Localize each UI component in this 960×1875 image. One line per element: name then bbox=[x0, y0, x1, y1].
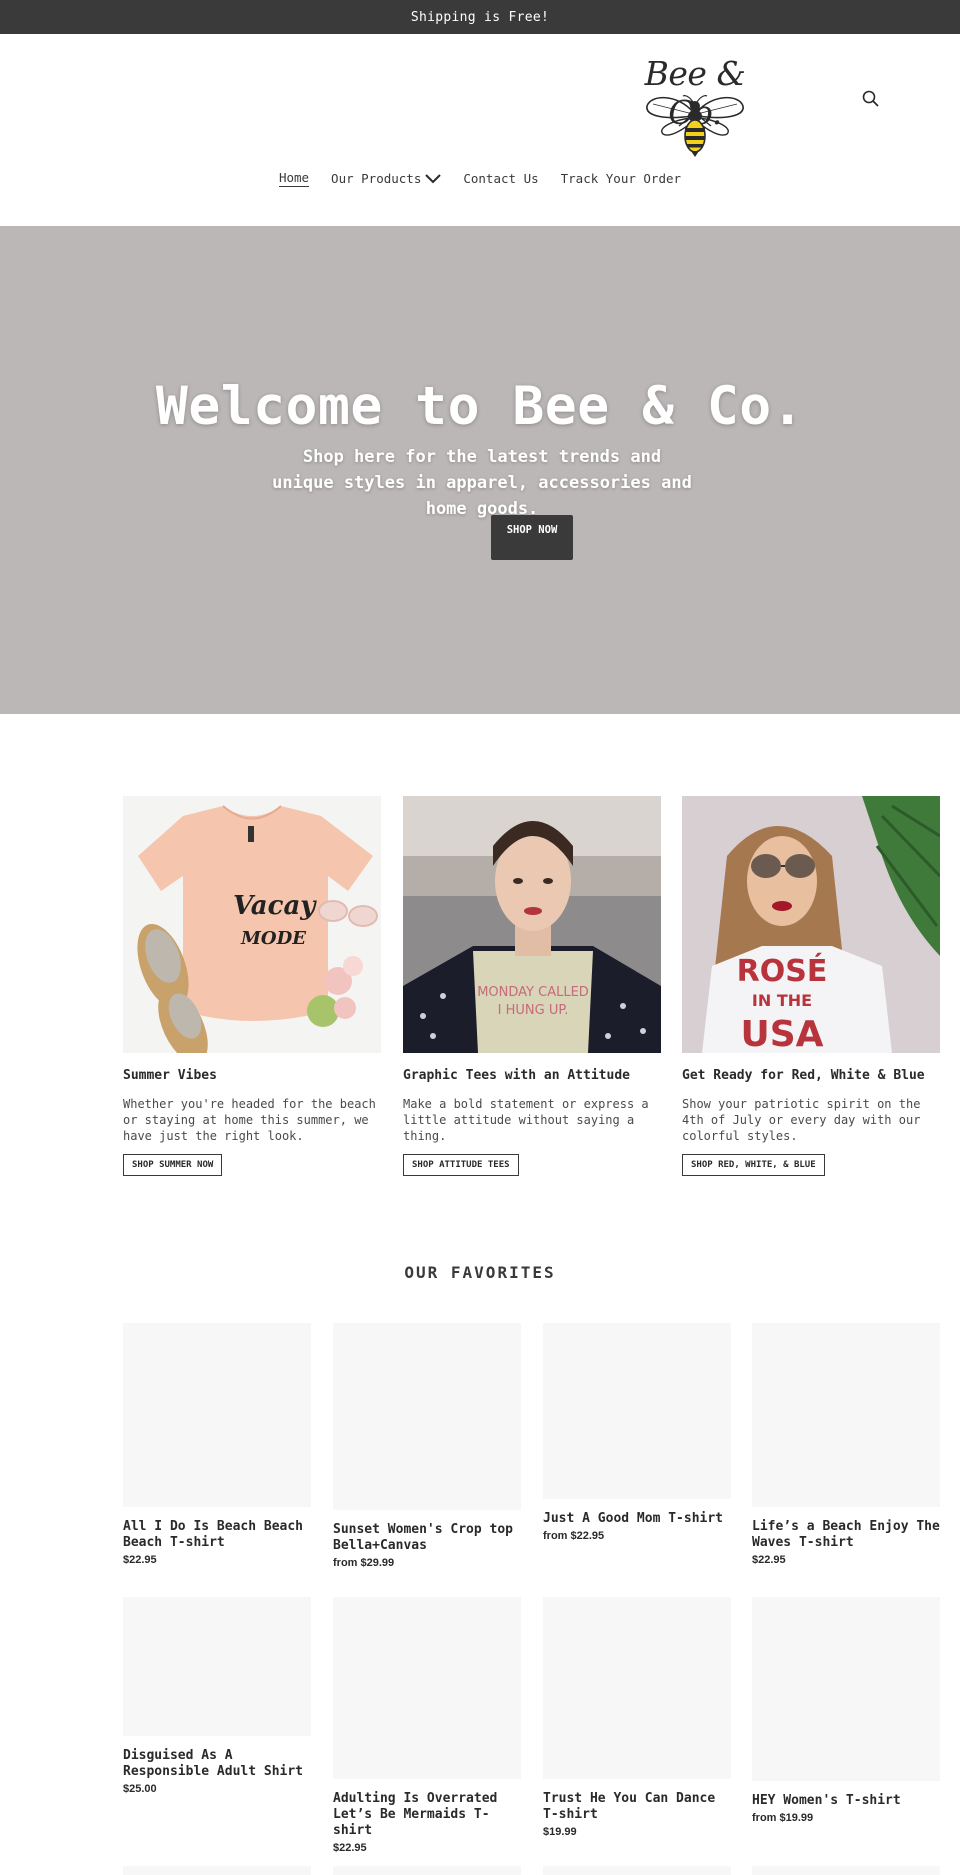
nav-item-label: Contact Us bbox=[463, 171, 539, 186]
logo[interactable]: Bee & Co. bbox=[628, 54, 762, 158]
product-name[interactable]: HEY Women's T-shirt bbox=[752, 1793, 940, 1809]
feature-text: Show your patriotic spirit on the 4th of… bbox=[682, 1097, 921, 1143]
nav-item-our-products[interactable]: Our Products bbox=[331, 170, 442, 187]
product-price: from $29.99 bbox=[333, 1557, 395, 1569]
product-image[interactable] bbox=[543, 1866, 731, 1875]
nav-item-label: Our Products bbox=[331, 171, 422, 186]
product-image[interactable] bbox=[543, 1597, 731, 1779]
site-header: Bee & Co. bbox=[0, 34, 960, 226]
favorites-title: OUR FAVORITES bbox=[404, 1263, 556, 1282]
product-card[interactable]: Just A Good Mom T-shirt from $22.95 bbox=[543, 1323, 731, 1542]
product-image[interactable] bbox=[543, 1323, 731, 1499]
shirt-graphic-text: I HUNG UP. bbox=[498, 1003, 569, 1018]
product-name[interactable]: Trust He You Can Dance T-shirt bbox=[543, 1791, 731, 1823]
shirt-graphic-text: MODE bbox=[240, 928, 306, 949]
product-image[interactable] bbox=[752, 1597, 940, 1781]
feature-image-summer[interactable]: Vacay MODE bbox=[123, 796, 381, 1053]
product-card[interactable]: Disguised As A Responsible Adult Shirt $… bbox=[123, 1597, 311, 1795]
bee-icon bbox=[646, 95, 744, 157]
shop-now-button[interactable]: SHOP NOW bbox=[491, 515, 573, 560]
product-price: from $19.99 bbox=[752, 1812, 814, 1824]
product-image[interactable] bbox=[333, 1323, 521, 1510]
feature-title: Summer Vibes bbox=[123, 1068, 217, 1083]
feature-title: Get Ready for Red, White & Blue bbox=[682, 1068, 925, 1083]
feature-text: Whether you're headed for the beach or s… bbox=[123, 1097, 376, 1143]
feature-image-red-white-blue[interactable]: ROSÉ IN THE USA bbox=[682, 796, 940, 1053]
product-image[interactable] bbox=[123, 1323, 311, 1507]
announcement-bar: Shipping is Free! bbox=[0, 0, 960, 34]
shirt-graphic-text: ROSÉ bbox=[737, 953, 828, 989]
product-image[interactable] bbox=[752, 1866, 940, 1875]
product-price: $19.99 bbox=[543, 1826, 577, 1838]
search-icon[interactable] bbox=[860, 88, 882, 110]
product-name[interactable]: Disguised As A Responsible Adult Shirt bbox=[123, 1748, 311, 1780]
feature-text: Make a bold statement or express a littl… bbox=[403, 1097, 649, 1143]
product-name[interactable]: Sunset Women's Crop top Bella+Canvas bbox=[333, 1522, 521, 1554]
nav-item-contact-us[interactable]: Contact Us bbox=[463, 170, 538, 187]
shirt-graphic-text: Vacay bbox=[233, 891, 317, 921]
product-image[interactable] bbox=[333, 1866, 521, 1875]
product-image[interactable] bbox=[123, 1866, 311, 1875]
product-card[interactable]: HEY Women's T-shirt from $19.99 bbox=[752, 1597, 940, 1824]
product-card[interactable]: All I Do Is Beach Beach Beach T-shirt $2… bbox=[123, 1323, 311, 1566]
hero-title: Welcome to Bee & Co. bbox=[155, 376, 805, 437]
product-card[interactable]: Life’s a Beach Enjoy The Waves T-shirt $… bbox=[752, 1323, 940, 1566]
product-card[interactable]: Trust He You Can Dance T-shirt $19.99 bbox=[543, 1597, 731, 1838]
product-name[interactable]: Adulting Is Overrated Let’s Be Mermaids … bbox=[333, 1791, 521, 1839]
feature-title: Graphic Tees with an Attitude bbox=[403, 1068, 630, 1083]
product-card[interactable]: Sunset Women's Crop top Bella+Canvas fro… bbox=[333, 1323, 521, 1569]
product-price: $22.95 bbox=[752, 1554, 786, 1566]
nav-item-track-order[interactable]: Track Your Order bbox=[561, 170, 681, 187]
nav-item-home[interactable]: Home bbox=[278, 170, 310, 187]
hero-subtitle: Shop here for the latest trends and uniq… bbox=[272, 447, 692, 519]
product-price: $25.00 bbox=[123, 1783, 157, 1795]
product-image[interactable] bbox=[333, 1597, 521, 1779]
product-image[interactable] bbox=[123, 1597, 311, 1736]
announcement-text: Shipping is Free! bbox=[410, 9, 550, 25]
feature-graphic-tees: MONDAY CALLED I HUNG UP. Graphic Tees wi… bbox=[403, 796, 661, 1176]
nav-item-label: Home bbox=[278, 170, 310, 187]
chevron-down-icon bbox=[425, 173, 442, 183]
product-price: $22.95 bbox=[333, 1842, 367, 1854]
feature-summer-vibes: Vacay MODE Summer Vibes Whether you're h… bbox=[123, 796, 381, 1176]
shop-red-white-blue-button[interactable]: SHOP RED, WHITE, & BLUE bbox=[682, 1154, 825, 1176]
feature-red-white-blue: ROSÉ IN THE USA Get Ready for Red, White… bbox=[682, 796, 940, 1176]
shirt-graphic-text: IN THE bbox=[752, 991, 812, 1010]
feature-image-graphic-tees[interactable]: MONDAY CALLED I HUNG UP. bbox=[403, 796, 661, 1053]
product-price: from $22.95 bbox=[543, 1530, 605, 1542]
shirt-graphic-text: USA bbox=[740, 1014, 823, 1053]
shop-summer-button[interactable]: SHOP SUMMER NOW bbox=[123, 1154, 223, 1176]
main-nav: Home Our Products Contact Us Track Your … bbox=[0, 170, 960, 187]
product-image[interactable] bbox=[752, 1323, 940, 1507]
shop-attitude-button[interactable]: SHOP ATTITUDE TEES bbox=[403, 1154, 519, 1176]
product-name[interactable]: All I Do Is Beach Beach Beach T-shirt bbox=[123, 1519, 311, 1551]
shirt-graphic-text: MONDAY CALLED bbox=[477, 985, 589, 1000]
product-price: $22.95 bbox=[123, 1554, 157, 1566]
hero-banner: Welcome to Bee & Co. Shop here for the l… bbox=[0, 226, 960, 714]
product-card[interactable]: Adulting Is Overrated Let’s Be Mermaids … bbox=[333, 1597, 521, 1854]
nav-item-label: Track Your Order bbox=[560, 171, 682, 186]
product-name[interactable]: Just A Good Mom T-shirt bbox=[543, 1511, 731, 1527]
product-name[interactable]: Life’s a Beach Enjoy The Waves T-shirt bbox=[752, 1519, 940, 1551]
